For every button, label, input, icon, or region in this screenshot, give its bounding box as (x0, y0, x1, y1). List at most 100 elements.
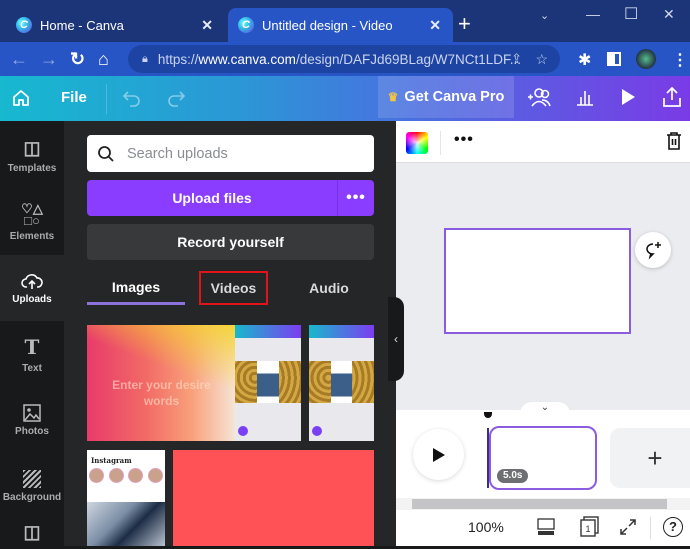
rail-item-text[interactable]: T Text (0, 321, 64, 387)
photos-icon (23, 403, 41, 422)
canva-favicon-icon: C (238, 17, 254, 33)
rail-label: Elements (9, 230, 55, 242)
rail-item-templates[interactable]: ◫ Templates (0, 123, 64, 189)
minimize-button[interactable]: — (586, 6, 600, 22)
home-button[interactable]: ⌂ (98, 49, 109, 70)
share-upload-icon[interactable] (662, 86, 682, 108)
close-tab-icon[interactable]: ✕ (429, 17, 441, 34)
tab-home-canva[interactable]: C Home - Canva ✕ (10, 8, 225, 42)
upload-files-button[interactable]: Upload files (87, 180, 337, 216)
close-window-button[interactable]: ✕ (663, 6, 675, 23)
play-button[interactable] (413, 429, 464, 480)
thumbnail-text: Instagram (91, 456, 132, 465)
upload-files-group: Upload files ••• (87, 180, 374, 216)
rail-label: Background (2, 491, 62, 503)
context-toolbar: ••• (396, 121, 690, 163)
grid-view-icon[interactable] (536, 517, 556, 537)
get-pro-label: Get Canva Pro (404, 89, 505, 105)
rail-item-elements[interactable]: ♡△ □○ Elements (0, 189, 64, 255)
record-yourself-button[interactable]: Record yourself (87, 224, 374, 260)
insights-icon[interactable] (575, 87, 595, 107)
search-uploads-input[interactable]: Search uploads (87, 135, 374, 172)
timeline-scrollbar[interactable] (396, 498, 690, 510)
rail-label: Text (22, 362, 42, 374)
upload-thumbnail-gradient[interactable]: Enter your desire words (87, 325, 236, 441)
file-menu-button[interactable]: File (61, 89, 87, 106)
tab-title: Home - Canva (40, 17, 124, 33)
home-icon[interactable] (11, 88, 31, 108)
collapse-panel-button[interactable]: ‹ (388, 297, 404, 381)
timeline-toggle-handle[interactable]: ⌄ (520, 402, 570, 414)
share-page-icon[interactable]: ⇪ (511, 51, 522, 67)
close-tab-icon[interactable]: ✕ (201, 17, 213, 34)
side-panel-icon[interactable] (607, 52, 621, 66)
add-comment-icon (646, 242, 661, 260)
more-options-button[interactable]: ••• (454, 131, 474, 149)
browser-tab-bar: C Home - Canva ✕ C Untitled design - Vid… (0, 0, 690, 42)
new-tab-button[interactable]: + (458, 13, 471, 35)
upload-thumbnail-phone-1[interactable] (235, 325, 301, 441)
upload-thumbnail-red[interactable] (173, 450, 374, 546)
vertical-scrollbar[interactable] (680, 163, 690, 401)
divider (440, 131, 441, 155)
color-picker-button[interactable] (406, 132, 428, 154)
thumbnail-image (309, 361, 374, 403)
tab-videos[interactable]: Videos (199, 271, 268, 305)
clip-duration-badge: 5.0s (497, 469, 529, 483)
extensions-icon[interactable]: ✱ (578, 50, 591, 70)
back-button[interactable]: ← (10, 49, 28, 70)
uploads-panel: Search uploads Upload files ••• Record y… (64, 121, 396, 546)
tab-title: Untitled design - Video (262, 17, 393, 33)
help-button[interactable]: ? (663, 517, 683, 537)
scrollbar-thumb[interactable] (412, 499, 667, 509)
divider (650, 517, 651, 539)
editor-footer: 100% 1 ? (396, 511, 690, 546)
playhead-line[interactable] (487, 428, 489, 488)
thumbnail-appbar (309, 325, 374, 338)
tab-images[interactable]: Images (87, 271, 185, 305)
bookmark-star-icon[interactable]: ☆ (535, 51, 548, 68)
search-icon (98, 145, 114, 162)
apps-icon: ◫ (23, 521, 41, 542)
crown-icon: ♛ (387, 90, 399, 104)
browser-toolbar: ← → ↻ ⌂ 🔒︎ https://www.canva.com/design/… (0, 42, 690, 76)
tab-untitled-design[interactable]: C Untitled design - Video ✕ (228, 8, 453, 42)
rail-item-uploads[interactable]: Uploads (0, 255, 64, 321)
browser-menu-icon[interactable]: ⋮ (672, 50, 688, 70)
zoom-level[interactable]: 100% (468, 519, 504, 535)
upload-thumbnail-phone-2[interactable] (309, 325, 374, 441)
redo-icon[interactable] (166, 89, 186, 107)
cloud-upload-icon (21, 273, 43, 289)
present-play-icon[interactable] (620, 88, 636, 106)
rail-item-background[interactable]: Background (0, 453, 64, 519)
pages-icon[interactable]: 1 (579, 515, 601, 537)
forward-button[interactable]: → (40, 49, 58, 70)
fullscreen-icon[interactable] (618, 517, 638, 537)
reload-button[interactable]: ↻ (70, 49, 85, 70)
undo-icon[interactable] (122, 89, 142, 107)
rail-item-more[interactable]: ◫ (0, 519, 64, 549)
rail-item-photos[interactable]: Photos (0, 387, 64, 453)
share-people-icon[interactable] (527, 86, 553, 110)
playhead-marker[interactable] (484, 412, 492, 418)
side-rail: ◫ Templates ♡△ □○ Elements Uploads T Text… (0, 121, 64, 546)
design-page[interactable] (444, 228, 631, 334)
elements-icon: ♡△ □○ (21, 200, 43, 228)
timeline-clip[interactable]: 5.0s (489, 426, 597, 490)
tab-search-chevron-icon[interactable]: ⌄ (540, 9, 549, 22)
trash-icon[interactable] (666, 131, 682, 151)
add-page-button[interactable]: + (610, 428, 690, 488)
profile-avatar[interactable] (636, 49, 656, 69)
add-comment-button[interactable] (635, 232, 671, 268)
editor-area: ••• ‹ ⌄ 5.0s + 100% 1 ? (388, 121, 690, 546)
thumbnail-image (235, 361, 301, 403)
templates-icon: ◫ (23, 138, 41, 158)
upload-more-options-button[interactable]: ••• (337, 180, 374, 216)
lock-icon: 🔒︎ (142, 52, 148, 65)
address-bar[interactable]: 🔒︎ https://www.canva.com/design/DAFJd69B… (128, 45, 560, 73)
text-icon: T (24, 334, 40, 359)
upload-thumbnail-instagram[interactable]: Instagram (87, 450, 165, 546)
get-canva-pro-button[interactable]: ♛ Get Canva Pro (378, 76, 514, 118)
maximize-button[interactable]: ☐ (624, 4, 638, 24)
tab-audio[interactable]: Audio (284, 271, 374, 305)
